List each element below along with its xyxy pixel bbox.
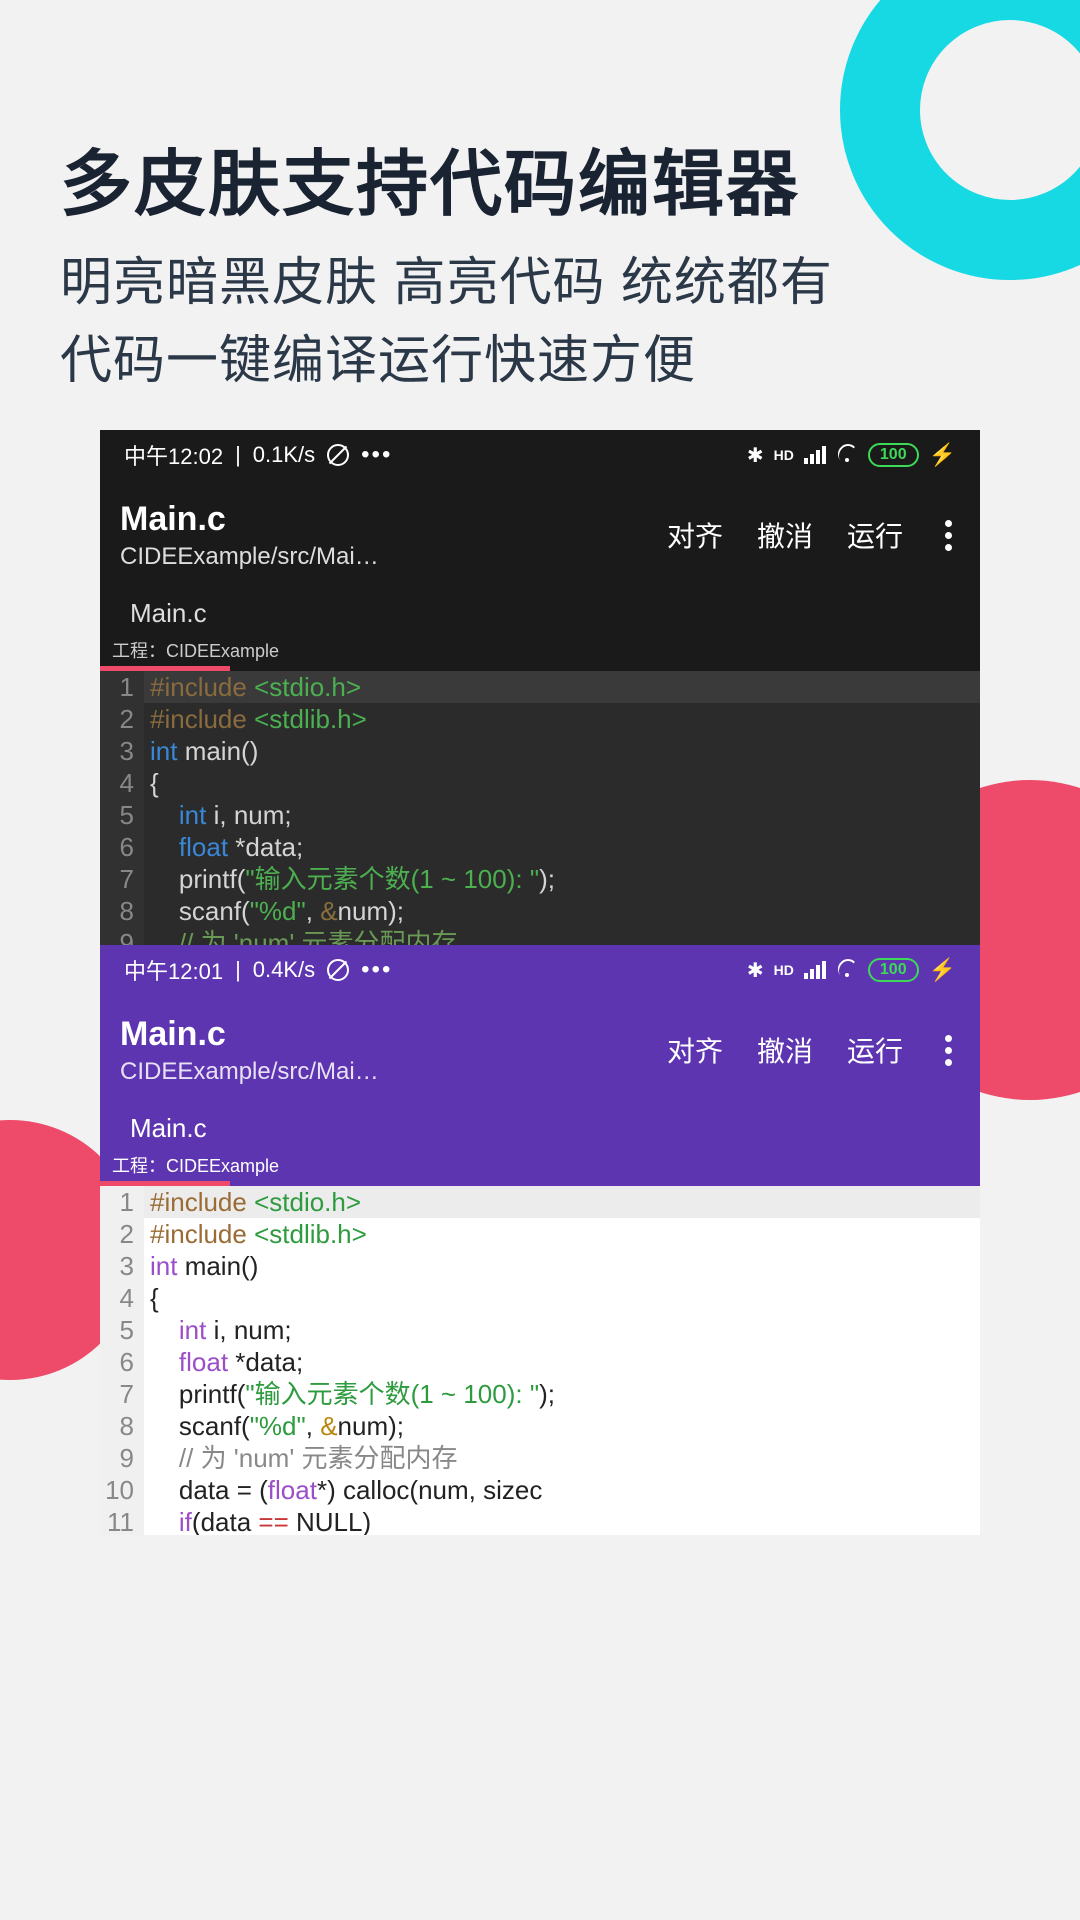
tab-underline <box>100 666 230 671</box>
status-bar: 中午12:02 | 0.1K/s ••• ✱ HD 100 ⚡ <box>100 430 980 480</box>
phone-screenshot-dark: 中午12:02 | 0.1K/s ••• ✱ HD 100 ⚡ Main.c C… <box>100 430 980 945</box>
hd-icon: HD <box>774 447 794 463</box>
code-editor[interactable]: 1#include <stdio.h> 2#include <stdlib.h>… <box>100 671 980 945</box>
align-button[interactable]: 对齐 <box>667 515 723 555</box>
hd-icon: HD <box>774 962 794 978</box>
file-tab[interactable]: Main.c <box>100 1105 980 1148</box>
more-icon: ••• <box>361 956 392 984</box>
battery-indicator: 100 <box>868 958 919 982</box>
decorative-ring <box>840 0 1080 280</box>
signal-icon <box>804 446 826 464</box>
project-label: 工程：CIDEExample <box>100 633 980 671</box>
overflow-menu-icon[interactable] <box>937 1035 960 1066</box>
signal-icon <box>804 961 826 979</box>
do-not-disturb-icon <box>327 444 349 466</box>
status-bar: 中午12:01 | 0.4K/s ••• ✱ HD 100 ⚡ <box>100 945 980 995</box>
undo-button[interactable]: 撤消 <box>757 515 813 555</box>
app-bar: Main.c CIDEExample/src/Mai… 对齐 撤消 运行 <box>100 995 980 1105</box>
do-not-disturb-icon <box>327 959 349 981</box>
tab-underline <box>100 1181 230 1186</box>
file-title: Main.c <box>120 500 379 539</box>
phone-screenshot-light: 中午12:01 | 0.4K/s ••• ✱ HD 100 ⚡ Main.c C… <box>100 945 980 1535</box>
run-button[interactable]: 运行 <box>847 515 903 555</box>
bluetooth-icon: ✱ <box>747 958 764 983</box>
status-time: 中午12:01 <box>124 954 223 986</box>
status-netspeed: 0.4K/s <box>253 957 315 983</box>
undo-button[interactable]: 撤消 <box>757 1030 813 1070</box>
status-separator: | <box>235 442 241 468</box>
file-title: Main.c <box>120 1015 379 1054</box>
align-button[interactable]: 对齐 <box>667 1030 723 1070</box>
charging-icon: ⚡ <box>929 957 956 983</box>
overflow-menu-icon[interactable] <box>937 520 960 551</box>
marketing-subtitle-1: 明亮暗黑皮肤 高亮代码 统统都有 <box>60 240 833 315</box>
status-time: 中午12:02 <box>124 439 223 471</box>
status-separator: | <box>235 957 241 983</box>
bluetooth-icon: ✱ <box>747 443 764 468</box>
file-path: CIDEExample/src/Mai… <box>120 543 379 571</box>
file-tab[interactable]: Main.c <box>100 590 980 633</box>
charging-icon: ⚡ <box>929 442 956 468</box>
wifi-icon <box>836 959 858 981</box>
battery-indicator: 100 <box>868 443 919 467</box>
code-editor[interactable]: 1#include <stdio.h> 2#include <stdlib.h>… <box>100 1186 980 1535</box>
status-netspeed: 0.1K/s <box>253 442 315 468</box>
file-path: CIDEExample/src/Mai… <box>120 1058 379 1086</box>
run-button[interactable]: 运行 <box>847 1030 903 1070</box>
marketing-subtitle-2: 代码一键编译运行快速方便 <box>60 318 696 393</box>
more-icon: ••• <box>361 441 392 469</box>
marketing-headline: 多皮肤支持代码编辑器 <box>60 125 800 230</box>
wifi-icon <box>836 444 858 466</box>
project-label: 工程：CIDEExample <box>100 1148 980 1186</box>
app-bar: Main.c CIDEExample/src/Mai… 对齐 撤消 运行 <box>100 480 980 590</box>
